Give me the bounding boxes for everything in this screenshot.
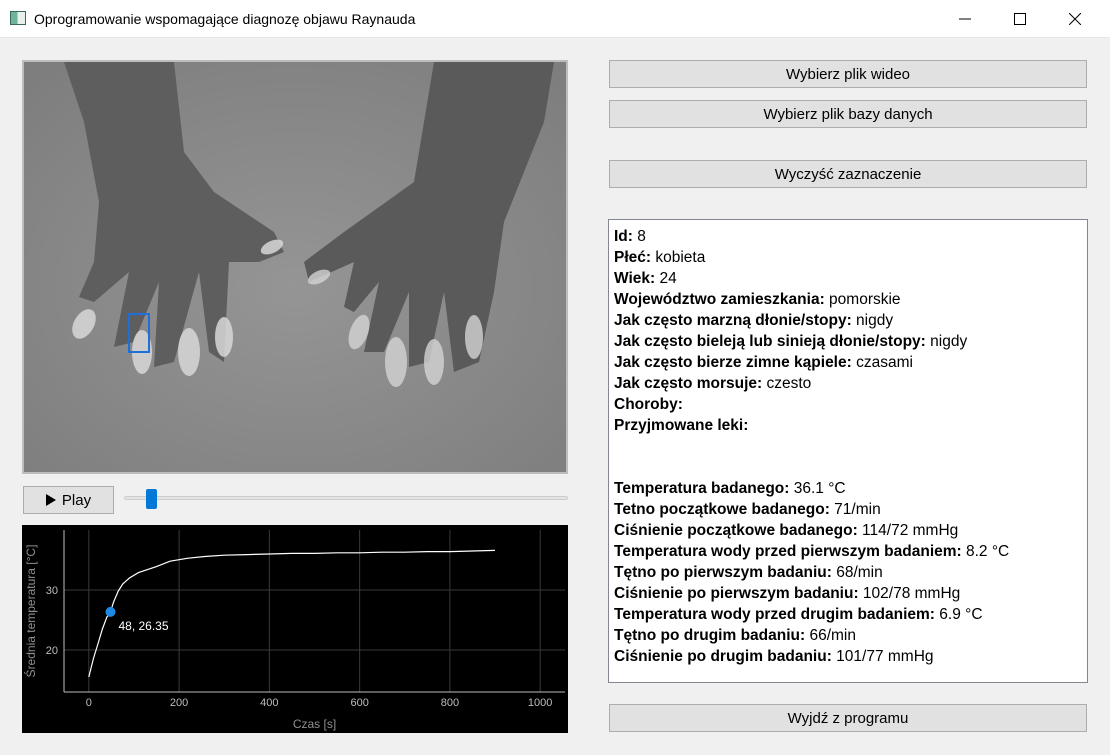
info-line: Tetno początkowe badanego: 71/min: [614, 499, 1082, 520]
info-label: Tetno początkowe badanego:: [614, 501, 830, 518]
info-value: 102/78 mmHg: [858, 585, 961, 602]
app-icon: [10, 11, 26, 25]
info-line: Tętno po pierwszym badaniu: 68/min: [614, 562, 1082, 583]
window-title: Oprogramowanie wspomagające diagnozę obj…: [34, 11, 416, 27]
info-line: Temperatura wody przed drugim badaniem: …: [614, 604, 1082, 625]
info-value: pomorskie: [824, 291, 901, 308]
info-line: Jak często marzną dłonie/stopy: nigdy: [614, 310, 1082, 331]
patient-details: Id: 8 Płeć: kobieta Wiek: 24 Województwo za…: [614, 226, 1082, 436]
info-label: Jak często marzną dłonie/stopy:: [614, 312, 852, 329]
chart-svg: 0 200 400 600 800 1000 20 30 Czas [s] Średnia tem…: [23, 530, 565, 731]
info-line: Wiek: 24: [614, 268, 1082, 289]
info-label: Przyjmowane leki:: [614, 417, 749, 434]
info-line: Jak często morsuje: czesto: [614, 373, 1082, 394]
info-value: 114/72 mmHg: [857, 522, 959, 539]
y-axis-title: Średnia temperatura [°C]: [23, 545, 38, 678]
info-label: Id:: [614, 228, 633, 245]
info-value: 8: [632, 228, 646, 245]
choose-database-button[interactable]: Wybierz plik bazy danych: [609, 100, 1087, 128]
info-label: Tętno po pierwszym badaniu:: [614, 564, 832, 581]
info-line: Temperatura badanego: 36.1 °C: [614, 478, 1082, 499]
close-button[interactable]: [1052, 0, 1098, 38]
minimize-icon: [959, 18, 971, 20]
choose-video-button[interactable]: Wybierz plik wideo: [609, 60, 1087, 88]
thermal-hands-image: [24, 62, 566, 472]
x-tick-label: 400: [260, 697, 278, 709]
y-tick-label: 20: [46, 645, 58, 657]
info-label: Temperatura badanego:: [614, 480, 790, 497]
title-bar: Oprogramowanie wspomagające diagnozę obj…: [0, 0, 1110, 38]
info-label: Ciśnienie po drugim badaniu:: [614, 648, 832, 665]
info-line: Płeć: kobieta: [614, 247, 1082, 268]
info-line: Województwo zamieszkania: pomorskie: [614, 289, 1082, 310]
info-line: Jak często bieleją lub sinieją dłonie/st…: [614, 331, 1082, 352]
exam-results: Temperatura badanego: 36.1 °C Tetno począ…: [614, 478, 1082, 667]
info-value: 24: [655, 270, 677, 287]
info-value: nigdy: [925, 333, 968, 350]
x-axis-title: Czas [s]: [293, 717, 336, 731]
play-icon: [45, 494, 56, 506]
video-frame[interactable]: [22, 60, 568, 474]
data-point-marker: [105, 606, 116, 617]
series-line: [88, 549, 496, 678]
info-label: Płeć:: [614, 249, 652, 266]
info-line: Przyjmowane leki:: [614, 415, 1082, 436]
info-label: Jak często bieleją lub sinieją dłonie/st…: [614, 333, 926, 350]
info-label: Ciśnienie po pierwszym badaniu:: [614, 585, 859, 602]
info-line: Temperatura wody przed pierwszym badanie…: [614, 541, 1082, 562]
x-tick-label: 200: [170, 697, 188, 709]
video-slider-thumb[interactable]: [145, 489, 157, 509]
exit-button[interactable]: Wyjdź z programu: [609, 704, 1087, 732]
close-icon: [1069, 13, 1081, 25]
info-line: Id: 8: [614, 226, 1082, 247]
info-line: Ciśnienie początkowe badanego: 114/72 mm…: [614, 520, 1082, 541]
info-label: Wiek:: [614, 270, 656, 287]
info-value: nigdy: [851, 312, 894, 329]
play-button[interactable]: Play: [23, 486, 114, 514]
info-value: kobieta: [651, 249, 706, 266]
info-label: Ciśnienie początkowe badanego:: [614, 522, 858, 539]
info-label: Jak często bierze zimne kąpiele:: [614, 354, 852, 371]
x-tick-label: 0: [86, 697, 92, 709]
info-value: 66/min: [805, 627, 856, 644]
patient-info-panel: Id: 8 Płeć: kobieta Wiek: 24 Województwo za…: [608, 219, 1088, 683]
info-line: Ciśnienie po drugim badaniu: 101/77 mmHg: [614, 646, 1082, 667]
x-tick-label: 800: [441, 697, 459, 709]
info-label: Choroby:: [614, 396, 683, 413]
info-value: 6.9 °C: [934, 606, 983, 623]
info-line: Tętno po drugim badaniu: 66/min: [614, 625, 1082, 646]
info-value: 36.1 °C: [789, 480, 846, 497]
info-label: Województwo zamieszkania:: [614, 291, 825, 308]
y-tick-label: 30: [46, 585, 58, 597]
info-value: 101/77 mmHg: [831, 648, 934, 665]
info-line: Choroby:: [614, 394, 1082, 415]
info-value: czasami: [851, 354, 913, 371]
video-slider-track[interactable]: [124, 496, 568, 500]
info-label: Temperatura wody przed drugim badaniem:: [614, 606, 935, 623]
info-value: 68/min: [831, 564, 883, 581]
info-value: 71/min: [829, 501, 881, 518]
maximize-icon: [1014, 13, 1026, 25]
info-label: Tętno po drugim badaniu:: [614, 627, 806, 644]
clear-selection-button[interactable]: Wyczyść zaznaczenie: [609, 160, 1087, 188]
info-line: Jak często bierze zimne kąpiele: czasami: [614, 352, 1082, 373]
info-label: Jak często morsuje:: [614, 375, 763, 392]
info-value: czesto: [762, 375, 812, 392]
info-line: Ciśnienie po pierwszym badaniu: 102/78 m…: [614, 583, 1082, 604]
info-value: 8.2 °C: [961, 543, 1010, 560]
x-tick-label: 600: [350, 697, 368, 709]
temperature-chart: 0 200 400 600 800 1000 20 30 Czas [s] Średnia tem…: [22, 525, 568, 733]
marker-label: 48, 26.35: [118, 619, 168, 633]
maximize-button[interactable]: [997, 0, 1043, 38]
play-button-label: Play: [61, 491, 92, 509]
x-tick-label: 1000: [528, 697, 552, 709]
info-label: Temperatura wody przed pierwszym badanie…: [614, 543, 962, 560]
minimize-button[interactable]: [942, 0, 988, 38]
